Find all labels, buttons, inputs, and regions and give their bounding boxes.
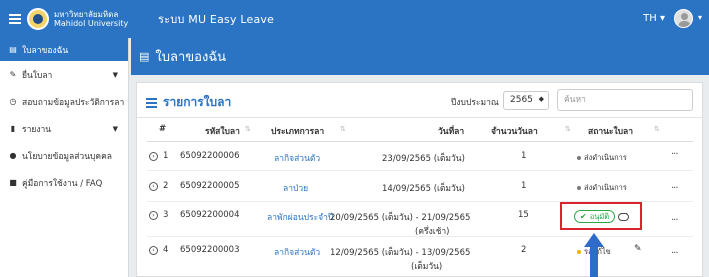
more-actions-icon[interactable]: ··· bbox=[671, 183, 678, 194]
leave-days: 2 bbox=[521, 245, 527, 255]
leave-days: 1 bbox=[521, 151, 527, 161]
status-text: ส่งดำเนินการ bbox=[584, 153, 627, 162]
chevron-down-icon: ▼ bbox=[112, 70, 118, 79]
leave-type-link[interactable]: ลากิจส่วนตัว bbox=[274, 151, 320, 165]
more-actions-icon[interactable]: ··· bbox=[671, 248, 678, 259]
page-header: ▤ ใบลาของฉัน bbox=[131, 38, 709, 75]
sidebar-item-leave-history[interactable]: ◷ สอบถามข้อมูลประวัติการลา bbox=[0, 88, 128, 115]
leave-id: 65092200004 bbox=[180, 210, 240, 220]
university-logo bbox=[27, 8, 49, 30]
sort-icon[interactable]: ⇅ bbox=[340, 125, 346, 133]
sidebar-item-label: ใบลาของฉัน bbox=[22, 45, 69, 56]
user-menu-caret-icon[interactable]: ▾ bbox=[698, 13, 702, 22]
leave-date: 14/09/2565 (เต็มวัน) bbox=[382, 184, 465, 194]
leave-id: 65092200003 bbox=[180, 245, 240, 255]
divider bbox=[137, 117, 702, 118]
column-header-leave-type[interactable]: ประเภทการลา bbox=[271, 124, 324, 138]
university-name: มหาวิทยาลัยมหิดล Mahidol University bbox=[54, 10, 138, 28]
sort-icon[interactable]: ⇅ bbox=[245, 125, 251, 133]
leave-id: 65092200005 bbox=[180, 181, 240, 191]
leave-date-continued: (เต็มวัน) bbox=[411, 262, 443, 272]
row-number: 1 bbox=[163, 151, 169, 161]
leave-date: 12/09/2565 (เต็มวัน) - 13/09/2565 bbox=[330, 248, 471, 258]
book-icon: ■ bbox=[9, 178, 17, 187]
fiscal-year-value: 2565 bbox=[510, 95, 533, 105]
status-dot-icon bbox=[577, 186, 581, 190]
university-name-en: Mahidol University bbox=[54, 19, 129, 28]
sort-arrows-icon: ◆ bbox=[538, 95, 544, 103]
leave-id: 65092200006 bbox=[180, 151, 240, 161]
column-header-status[interactable]: สถานะใบลา bbox=[588, 124, 633, 138]
page-title: ใบลาของฉัน bbox=[155, 50, 227, 65]
sidebar-item-reports[interactable]: ▮ รายงาน ▼ bbox=[0, 115, 128, 142]
sidebar: ▤ ใบลาของฉัน ✎ ยื่นใบลา ▼ ◷ สอบถามข้อมูล… bbox=[0, 38, 129, 277]
row-number: 3 bbox=[163, 210, 169, 220]
status-dot-icon bbox=[577, 250, 581, 254]
fiscal-year-select[interactable]: 2565 ◆ bbox=[503, 91, 549, 110]
status-text: ส่งดำเนินการ bbox=[584, 183, 627, 192]
highlight-annotation-box bbox=[560, 202, 642, 230]
row-number: 4 bbox=[163, 245, 169, 255]
leave-type-link[interactable]: ลาป่วย bbox=[283, 181, 308, 195]
fiscal-year-label: ปีงบประมาณ bbox=[451, 98, 499, 108]
sort-icon[interactable]: ⇅ bbox=[654, 125, 660, 133]
edit-pencil-icon[interactable]: ✎ bbox=[634, 244, 642, 254]
more-actions-icon[interactable]: ··· bbox=[671, 215, 678, 226]
status-dot-icon bbox=[577, 156, 581, 160]
chevron-down-icon: ▼ bbox=[112, 124, 118, 133]
row-number: 2 bbox=[163, 181, 169, 191]
expand-row-icon[interactable]: › bbox=[149, 246, 158, 255]
sort-icon[interactable]: ⇅ bbox=[565, 125, 571, 133]
card-title-text: รายการใบลา bbox=[163, 95, 232, 109]
expand-row-icon[interactable]: › bbox=[149, 182, 158, 191]
clipboard-icon: ▮ bbox=[10, 124, 16, 133]
up-arrow-icon bbox=[584, 233, 604, 277]
document-icon: ▤ bbox=[139, 50, 150, 63]
search-input[interactable] bbox=[557, 89, 693, 111]
table-header-divider bbox=[147, 141, 693, 142]
list-icon bbox=[146, 98, 157, 108]
leave-type-link[interactable]: ลากิจส่วนตัว bbox=[274, 245, 320, 259]
row-divider bbox=[147, 236, 693, 237]
history-icon: ◷ bbox=[9, 97, 17, 106]
sidebar-item-label: สอบถามข้อมูลประวัติการลา bbox=[22, 97, 125, 108]
leave-type-link[interactable]: ลาพักผ่อนประจำปี bbox=[267, 210, 333, 224]
sidebar-item-label: ยื่นใบลา bbox=[22, 70, 53, 81]
column-header-leave-date[interactable]: วันที่ลา bbox=[438, 124, 464, 138]
leave-days: 15 bbox=[518, 210, 529, 220]
sidebar-item-label: นโยบายข้อมูลส่วนบุคคล bbox=[22, 151, 112, 162]
app-title: ระบบ MU Easy Leave bbox=[158, 13, 275, 26]
column-header-number[interactable]: # bbox=[159, 124, 166, 134]
leave-list-card: รายการใบลา ปีงบประมาณ 2565 ◆ # รหัสใบลา … bbox=[136, 82, 703, 277]
sidebar-item-submit-leave[interactable]: ✎ ยื่นใบลา ▼ bbox=[0, 61, 128, 88]
document-icon: ▤ bbox=[9, 45, 17, 54]
row-divider bbox=[147, 170, 693, 171]
language-selector[interactable]: TH ▾ bbox=[643, 13, 665, 24]
expand-row-icon[interactable]: › bbox=[149, 211, 158, 220]
status-badge: ส่งดำเนินการ bbox=[577, 182, 627, 194]
more-actions-icon[interactable]: ··· bbox=[671, 149, 678, 160]
edit-icon: ✎ bbox=[9, 70, 17, 79]
card-title: รายการใบลา bbox=[146, 93, 231, 112]
users-icon: ● bbox=[9, 151, 17, 160]
leave-date: 23/09/2565 (เต็มวัน) bbox=[382, 154, 465, 164]
sidebar-item-privacy-policy[interactable]: ● นโยบายข้อมูลส่วนบุคคล bbox=[0, 142, 128, 169]
column-header-leave-id[interactable]: รหัสใบลา bbox=[205, 124, 240, 138]
status-badge: ส่งดำเนินการ bbox=[577, 152, 627, 164]
leave-days: 1 bbox=[521, 181, 527, 191]
university-name-th: มหาวิทยาลัยมหิดล bbox=[54, 10, 119, 19]
expand-row-icon[interactable]: › bbox=[149, 152, 158, 161]
sidebar-item-label: รายงาน bbox=[22, 124, 52, 135]
top-navbar: มหาวิทยาลัยมหิดล Mahidol University ระบบ… bbox=[0, 0, 709, 38]
leave-date: 20/09/2565 (เต็มวัน) - 21/09/2565 bbox=[330, 213, 471, 223]
column-header-days[interactable]: จำนวนวันลา bbox=[491, 124, 538, 138]
sidebar-item-my-leaves[interactable]: ▤ ใบลาของฉัน bbox=[0, 38, 128, 61]
sidebar-item-label: คู่มือการใช้งาน / FAQ bbox=[22, 178, 103, 189]
user-avatar[interactable] bbox=[674, 9, 693, 28]
sidebar-item-manual-faq[interactable]: ■ คู่มือการใช้งาน / FAQ bbox=[0, 169, 128, 196]
menu-toggle-icon[interactable] bbox=[9, 14, 21, 24]
